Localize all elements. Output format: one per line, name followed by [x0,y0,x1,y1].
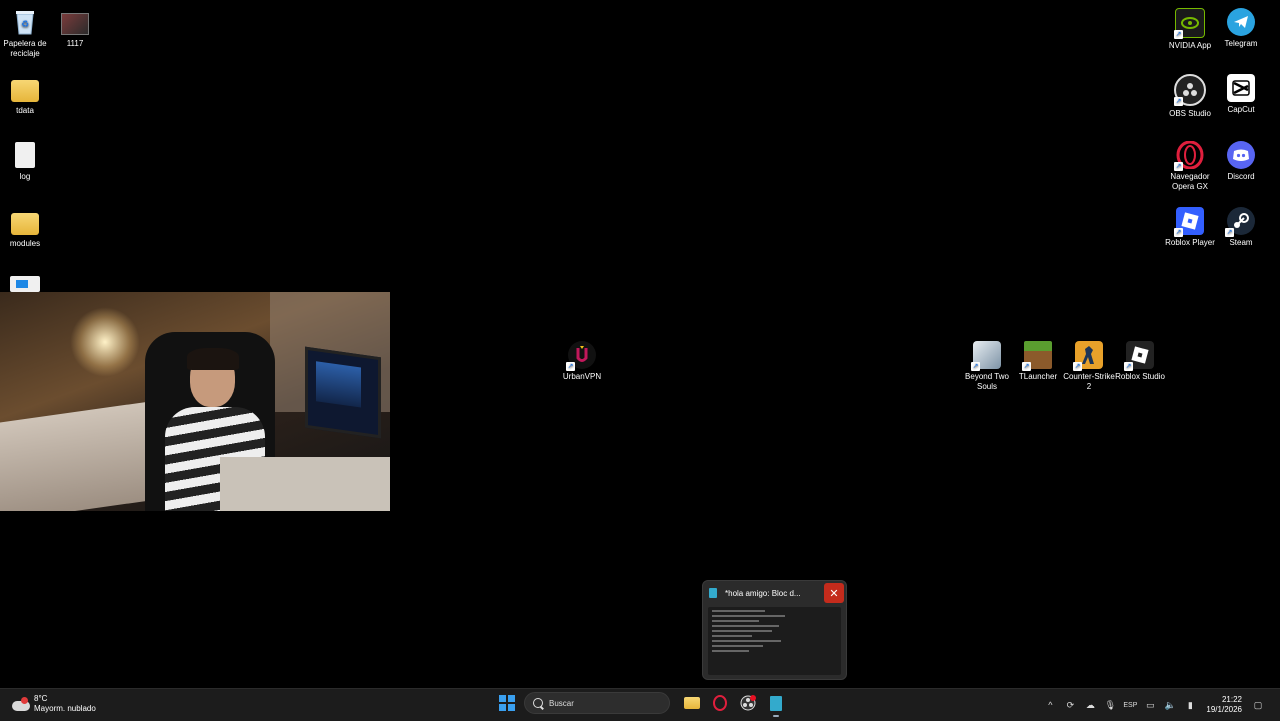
notepad-icon [709,588,717,598]
taskbar-file-explorer[interactable] [681,692,703,714]
weather-desc: Mayorm. nublado [34,704,96,713]
desktop-icon-beyond-two-souls[interactable]: ↗ Beyond Two Souls [958,341,1016,392]
capcut-icon [1227,74,1255,102]
notepad-icon [770,695,782,711]
discord-icon [1227,141,1255,169]
desktop-icon-label: tdata [16,106,34,115]
telegram-icon [1227,8,1255,36]
recycle-bin-icon: ♻ [11,8,39,36]
search-placeholder: Buscar [549,698,574,708]
desktop-icon-tdata[interactable]: tdata [0,75,54,116]
search-box[interactable]: Buscar [524,692,670,714]
desktop-icon-capcut[interactable]: CapCut [1212,74,1270,115]
taskbar: 8°C Mayorm. nublado Buscar ^ ⟳ ☁ 🎙 ESP ▭… [0,688,1280,721]
search-icon [533,698,543,708]
obs-icon: ↗ [1174,74,1206,106]
desktop-icon-video-1117[interactable]: 1117 [46,8,104,49]
folder-icon [11,75,39,103]
desktop-icon-label: Steam [1229,238,1253,247]
folder-icon [11,208,39,236]
desktop-icon-label: log [19,172,31,181]
desktop-icon-modules[interactable]: modules [0,208,54,249]
clock-date: 19/1/2026 [1206,705,1242,714]
microphone-icon[interactable]: 🎙 [1103,698,1117,712]
desktop-icon-label: Roblox Studio [1115,372,1165,381]
opera-gx-icon: ↗ [1174,141,1204,171]
language-indicator[interactable]: ESP [1123,698,1137,712]
desktop-icon-label: Beyond Two Souls [965,372,1009,391]
desktop-icon-label: Navegador Opera GX [1170,172,1210,191]
opera-gx-icon [713,695,727,711]
desktop-icon-discord[interactable]: Discord [1212,141,1270,182]
preview-thumbnail [708,607,841,675]
clock-time: 21:22 [1221,695,1242,704]
desktop-icon-tlauncher[interactable]: ↗ TLauncher [1009,341,1067,382]
start-button[interactable] [496,692,518,714]
counter-strike-icon: ↗ [1073,341,1103,371]
urbanvpn-icon: ↗ [566,341,596,371]
svg-text:♻: ♻ [21,20,29,30]
video-file-icon [61,8,89,36]
preview-title: *hola amigo: Bloc d... [725,588,801,598]
text-file-icon [11,141,39,169]
cloud-icon[interactable]: ☁ [1083,698,1097,712]
taskbar-obs-studio[interactable] [737,692,759,714]
desktop-icon-label: UrbanVPN [562,372,602,381]
desktop-icon-obs-studio[interactable]: ↗ OBS Studio [1161,74,1219,119]
weather-widget[interactable]: 8°C Mayorm. nublado [12,694,96,714]
folder-icon [684,697,700,709]
beyond-two-souls-icon: ↗ [971,341,1001,371]
weather-cloud-icon [12,697,30,711]
desktop-icon-opera-gx[interactable]: ↗ Navegador Opera GX [1161,141,1219,192]
desktop-icon-label: Roblox Player [1165,238,1215,247]
desktop-icon-urbanvpn[interactable]: ↗ UrbanVPN [553,341,611,382]
partial-app-icon[interactable] [10,276,40,292]
desktop-icon-label: NVIDIA App [1168,41,1212,50]
weather-temp: 8°C [34,694,48,703]
desktop-icon-label: Counter-Strike 2 [1063,372,1115,391]
desktop-icon-label: OBS Studio [1169,109,1211,118]
desktop-icon-counter-strike-2[interactable]: ↗ Counter-Strike 2 [1060,341,1118,392]
battery-icon[interactable]: ▮ [1183,698,1197,712]
taskbar-notepad[interactable] [765,692,787,717]
notification-icon[interactable]: ▢ [1251,698,1265,712]
desktop-icon-roblox-studio[interactable]: ↗ Roblox Studio [1111,341,1169,382]
network-icon[interactable]: ▭ [1143,698,1157,712]
notepad-window-preview[interactable]: *hola amigo: Bloc d... ✕ [702,580,847,680]
volume-icon[interactable]: 🔈 [1163,698,1177,712]
desktop-icon-label: 1117 [66,39,84,48]
desktop-icon-log[interactable]: log [0,141,54,182]
desktop-icon-label: CapCut [1227,105,1255,114]
obs-icon [740,695,756,711]
desktop-icon-label: Telegram [1224,39,1258,48]
preview-close-button[interactable]: ✕ [824,583,844,603]
system-tray: ^ ⟳ ☁ 🎙 ESP ▭ 🔈 ▮ 21:22 19/1/2026 ▢ [1040,689,1268,721]
webcam-overlay [0,292,390,511]
desktop-icon-label: TLauncher [1018,372,1058,381]
clock[interactable]: 21:22 19/1/2026 [1206,695,1242,715]
desktop-icon-roblox-player[interactable]: ↗ Roblox Player [1161,207,1219,248]
desktop-icon-nvidia-app[interactable]: ↗ NVIDIA App [1161,8,1219,51]
roblox-studio-icon: ↗ [1124,341,1154,371]
desktop-icon-steam[interactable]: ↗ Steam [1212,207,1270,248]
desktop-icon-label: modules [9,239,41,248]
roblox-player-icon: ↗ [1174,207,1204,237]
desktop-icon-telegram[interactable]: Telegram [1212,8,1270,49]
desktop-icon-label: Discord [1227,172,1255,181]
taskbar-opera-gx[interactable] [709,692,731,714]
sync-icon[interactable]: ⟳ [1063,698,1077,712]
nvidia-icon: ↗ [1174,8,1205,39]
chevron-up-icon[interactable]: ^ [1043,698,1057,712]
steam-icon: ↗ [1225,207,1255,237]
tlauncher-icon: ↗ [1022,341,1052,371]
